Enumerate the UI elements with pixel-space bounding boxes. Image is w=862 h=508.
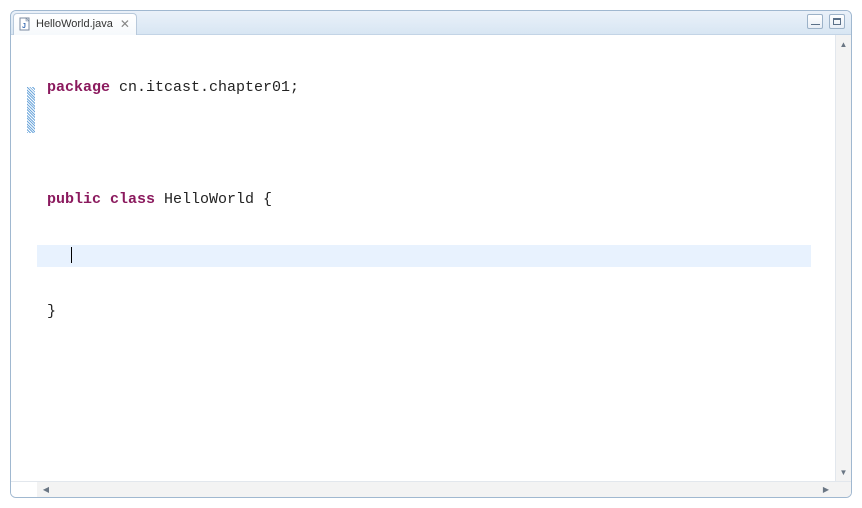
horizontal-scrollbar[interactable]: ◀ ▶ [37,485,835,494]
svg-text:J: J [22,23,26,30]
editor-panel: J HelloWorld.java ✕ package cn.itcast.ch… [10,10,852,498]
gutter-spacer [11,482,37,497]
code-text: HelloWorld { [155,191,272,208]
code-line-5: } [37,301,835,323]
editor-body: package cn.itcast.chapter01; public clas… [11,35,851,481]
code-line-4-current [37,245,811,267]
scroll-left-icon[interactable]: ◀ [39,485,53,494]
maximize-button[interactable] [829,14,845,29]
keyword-package: package [47,79,110,96]
code-line-1: package cn.itcast.chapter01; [37,77,835,99]
scroll-right-icon[interactable]: ▶ [819,485,833,494]
close-tab-icon[interactable]: ✕ [120,17,130,31]
horizontal-scrollbar-row: ◀ ▶ [11,481,851,497]
tab-bar: J HelloWorld.java ✕ [11,11,851,35]
code-line-2 [37,133,835,155]
keyword-class: class [101,191,155,208]
scroll-corner [835,482,851,497]
code-line-3: public class HelloWorld { [37,189,835,211]
code-area[interactable]: package cn.itcast.chapter01; public clas… [37,35,835,481]
minimize-button[interactable] [807,14,823,29]
fold-marker[interactable] [27,87,35,133]
file-tab[interactable]: J HelloWorld.java ✕ [13,13,137,35]
panel-controls [807,14,845,29]
gutter [11,35,37,481]
code-text: cn.itcast.chapter01; [110,79,299,96]
java-file-icon: J [18,17,32,31]
keyword-public: public [47,191,101,208]
text-cursor [71,247,72,263]
vertical-scrollbar[interactable]: ▲ ▼ [835,35,851,481]
scroll-down-icon[interactable]: ▼ [836,465,851,479]
tab-filename: HelloWorld.java [36,18,113,30]
scroll-up-icon[interactable]: ▲ [836,37,851,51]
